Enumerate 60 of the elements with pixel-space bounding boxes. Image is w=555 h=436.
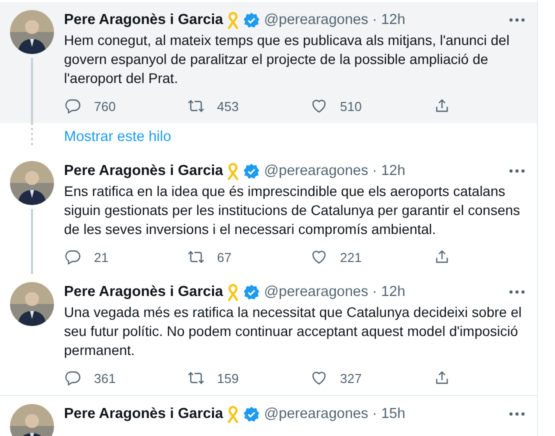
tweet-time[interactable]: 15h bbox=[381, 406, 406, 422]
share-icon bbox=[433, 97, 451, 115]
reply-button[interactable]: 760 bbox=[64, 97, 187, 115]
user-handle[interactable]: @perearagones bbox=[264, 163, 368, 179]
avatar[interactable] bbox=[10, 10, 54, 54]
separator-dot: · bbox=[372, 163, 378, 179]
user-handle[interactable]: @perearagones bbox=[264, 284, 368, 300]
author-name[interactable]: Pere Aragonès i Garcia bbox=[64, 406, 224, 422]
reply-button[interactable]: 361 bbox=[64, 369, 187, 387]
more-icon bbox=[509, 290, 525, 294]
like-button[interactable]: 221 bbox=[310, 248, 433, 266]
more-icon bbox=[509, 412, 525, 416]
tweet-time[interactable]: 12h bbox=[381, 284, 406, 300]
retweet-button[interactable]: 159 bbox=[187, 369, 310, 387]
reply-icon bbox=[64, 248, 82, 266]
retweet-button[interactable]: 67 bbox=[187, 248, 310, 266]
verified-badge-icon bbox=[243, 12, 260, 28]
verified-badge-icon bbox=[243, 162, 260, 180]
tweet-text: Hem conegut, al mateix temps que es publicava als mitjans, l'anunci del govern espanyol de paralitzar el projecte de la possible ampliació de l'aeroport del Prat. bbox=[64, 31, 510, 88]
reply-button[interactable]: 21 bbox=[64, 248, 187, 266]
ribbon-icon bbox=[227, 284, 240, 300]
tweet-time[interactable]: 12h bbox=[381, 12, 406, 28]
share-icon bbox=[433, 369, 451, 387]
like-button[interactable]: 327 bbox=[310, 369, 433, 387]
tweet-text: Ens ratifica en la idea que és imprescindible que els aeroports catalans siguin gestionats per les institucions de Catalunya per garantir el consens de les seves inversions i el necessari compromís ambiental. bbox=[64, 182, 522, 239]
more-button[interactable] bbox=[509, 412, 525, 416]
tweet-text: Una vegada més es ratifica la necessitat que Catalunya decideixi sobre el seu futur polític. No podem continuar acceptant aquest model d'imposició permanent. bbox=[64, 303, 523, 360]
tweet-time[interactable]: 12h bbox=[381, 163, 406, 179]
ribbon-icon bbox=[227, 12, 240, 28]
ribbon-icon bbox=[227, 162, 240, 180]
separator-dot: · bbox=[372, 12, 378, 28]
avatar[interactable] bbox=[10, 282, 54, 326]
author-name[interactable]: Pere Aragonès i Garcia bbox=[64, 284, 224, 300]
like-button[interactable]: 510 bbox=[310, 97, 433, 115]
avatar[interactable] bbox=[10, 161, 54, 205]
user-handle[interactable]: @perearagones bbox=[264, 12, 368, 28]
heart-icon bbox=[310, 248, 328, 266]
heart-icon bbox=[310, 97, 328, 115]
more-button[interactable] bbox=[509, 18, 525, 22]
retweet-icon bbox=[187, 369, 205, 387]
more-button[interactable] bbox=[509, 290, 525, 294]
separator-dot: · bbox=[372, 284, 378, 300]
user-handle[interactable]: @perearagones bbox=[264, 406, 368, 422]
separator-dot: · bbox=[372, 406, 378, 422]
verified-badge-icon bbox=[243, 284, 260, 300]
retweet-button[interactable]: 453 bbox=[187, 97, 310, 115]
more-icon bbox=[509, 169, 525, 173]
retweet-icon bbox=[187, 97, 205, 115]
heart-icon bbox=[310, 369, 328, 387]
author-name[interactable]: Pere Aragonès i Garcia bbox=[64, 12, 224, 28]
reply-icon bbox=[64, 369, 82, 387]
tweet-card[interactable] bbox=[0, 2, 537, 123]
verified-badge-icon bbox=[243, 406, 260, 422]
author-name[interactable]: Pere Aragonès i Garcia bbox=[64, 163, 224, 179]
more-button[interactable] bbox=[509, 169, 525, 173]
reply-icon bbox=[64, 97, 82, 115]
ribbon-icon bbox=[227, 406, 240, 422]
share-icon bbox=[433, 248, 451, 266]
retweet-icon bbox=[187, 248, 205, 266]
more-icon bbox=[509, 18, 525, 22]
